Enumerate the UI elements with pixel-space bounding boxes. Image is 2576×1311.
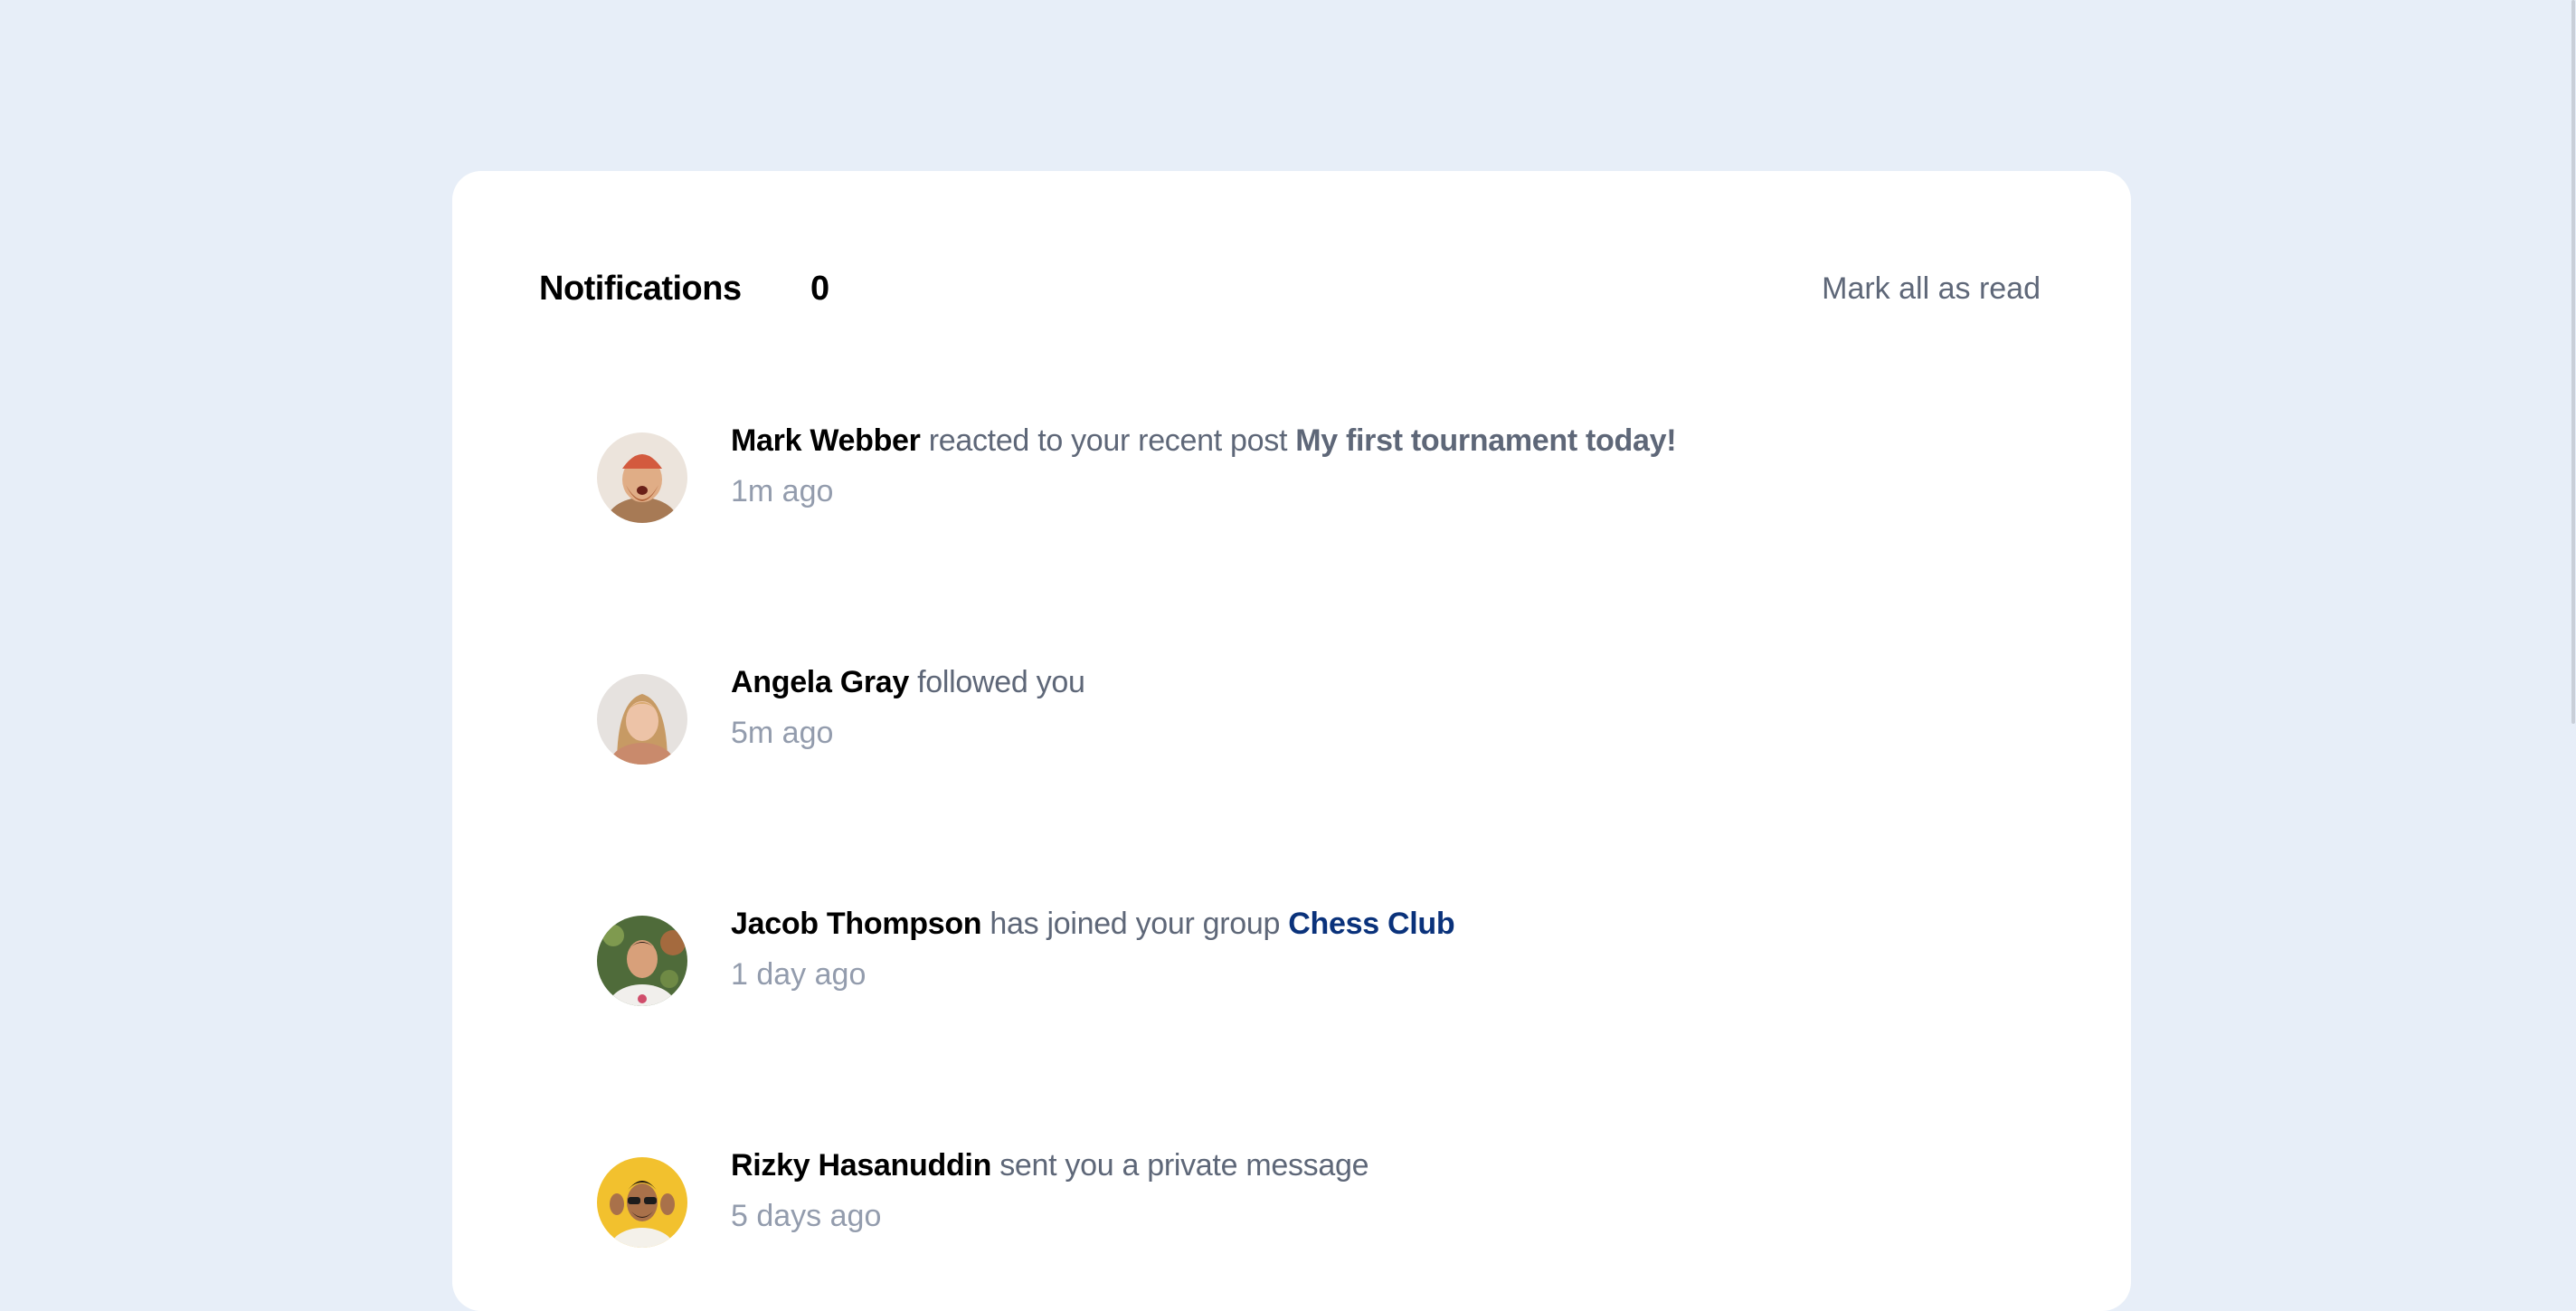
notification-action: followed you — [909, 665, 1085, 699]
scrollbar-thumb[interactable] — [2571, 0, 2575, 724]
notification-item[interactable]: Angela Gray followed you 5m ago — [597, 665, 2062, 801]
notifications-header: Notifications 0 Mark all as read — [539, 261, 2041, 316]
notification-text: Angela Gray followed you — [731, 658, 1085, 707]
avatar-rizky-hasanuddin[interactable] — [597, 1157, 687, 1248]
notification-item[interactable]: Jacob Thompson has joined your group Che… — [597, 907, 2062, 1042]
notification-text: Rizky Hasanuddin sent you a private mess… — [731, 1141, 1368, 1190]
user-name-link[interactable]: Angela Gray — [731, 665, 909, 699]
notification-item[interactable]: Rizky Hasanuddin sent you a private mess… — [597, 1148, 2062, 1284]
notifications-card: Notifications 0 Mark all as read Mark We… — [452, 171, 2131, 1311]
avatar-jacob-thompson[interactable] — [597, 916, 687, 1006]
avatar-mark-webber[interactable] — [597, 432, 687, 523]
unread-count-badge: 0 — [810, 270, 830, 308]
notification-time: 5m ago — [731, 716, 834, 750]
mark-all-read-button[interactable]: Mark all as read — [1822, 261, 2041, 316]
notification-item[interactable]: Mark Webber reacted to your recent post … — [597, 423, 2062, 559]
page-title: Notifications — [539, 270, 742, 308]
group-link[interactable]: Chess Club — [1288, 907, 1454, 941]
post-link[interactable]: My first tournament today! — [1295, 423, 1676, 458]
notification-text: Mark Webber reacted to your recent post … — [731, 416, 1677, 465]
user-name-link[interactable]: Jacob Thompson — [731, 907, 982, 941]
notification-action: has joined your group — [981, 907, 1289, 941]
notification-text: Jacob Thompson has joined your group Che… — [731, 899, 1455, 948]
user-name-link[interactable]: Rizky Hasanuddin — [731, 1148, 991, 1183]
avatar-angela-gray[interactable] — [597, 674, 687, 765]
notification-action: sent you a private message — [991, 1148, 1369, 1183]
notification-action: reacted to your recent post — [920, 423, 1296, 458]
user-name-link[interactable]: Mark Webber — [731, 423, 921, 458]
notification-time: 1m ago — [731, 474, 834, 508]
notification-time: 1 day ago — [731, 957, 867, 992]
notification-time: 5 days ago — [731, 1199, 882, 1233]
